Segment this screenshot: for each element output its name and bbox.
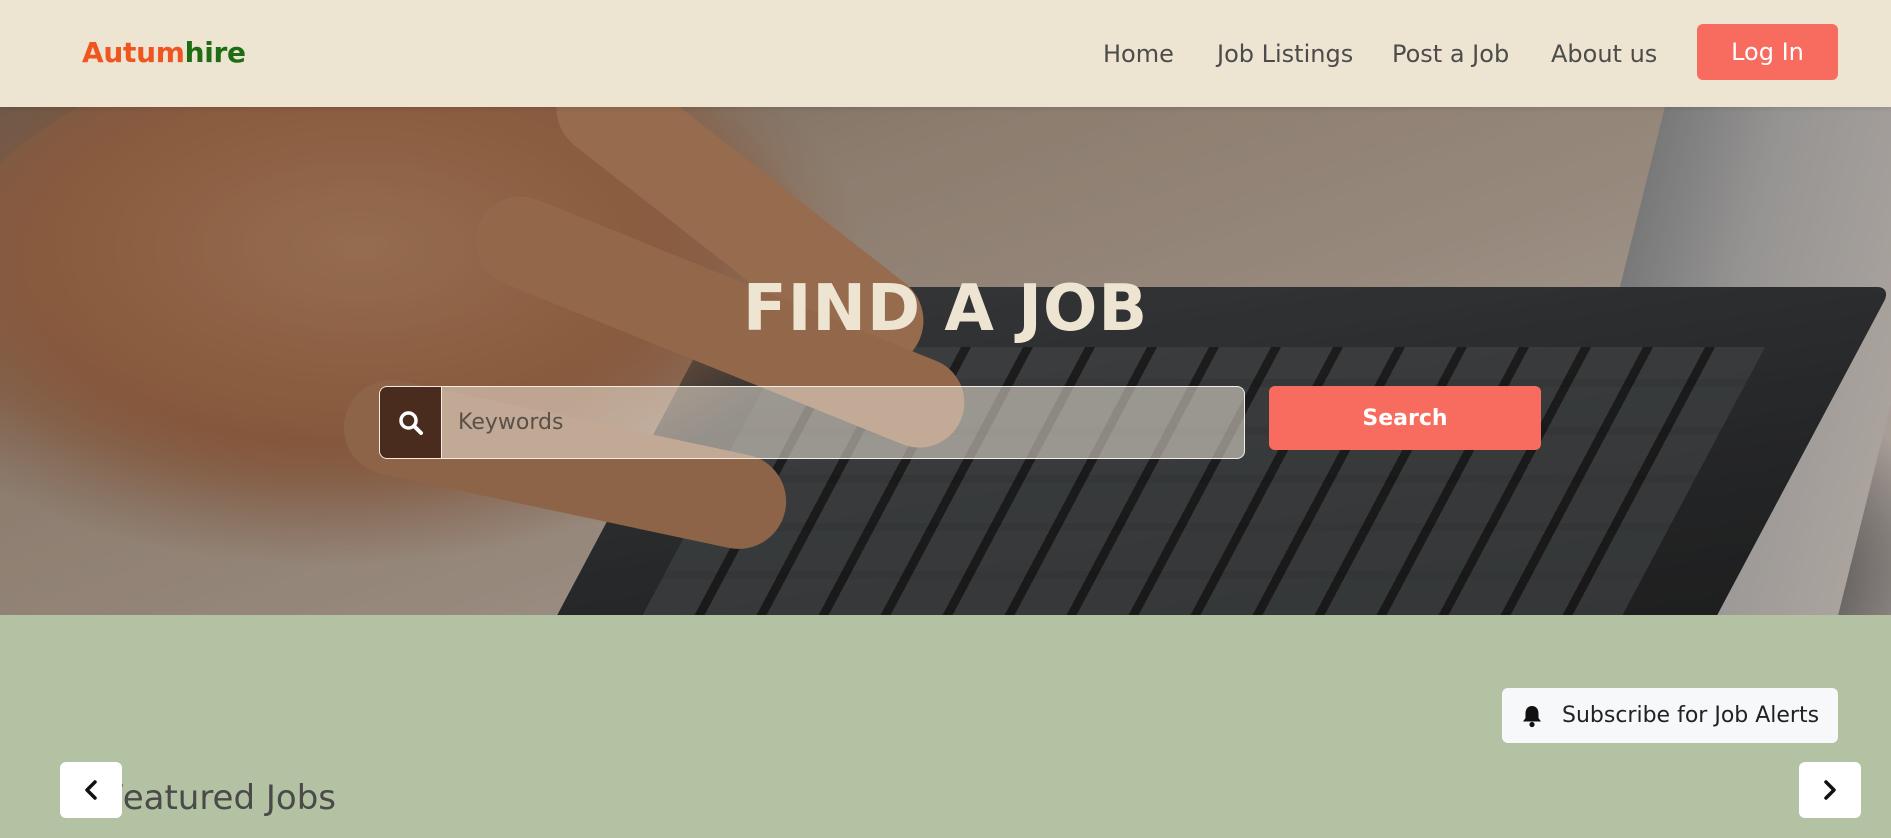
- search-button[interactable]: Search: [1269, 386, 1541, 450]
- login-button[interactable]: Log In: [1697, 24, 1838, 80]
- keywords-input[interactable]: [442, 387, 1244, 458]
- nav-home[interactable]: Home: [1103, 40, 1174, 68]
- nav-job-listings[interactable]: Job Listings: [1217, 40, 1353, 68]
- search-icon: [380, 387, 442, 458]
- chevron-right-icon: [1824, 780, 1836, 800]
- logo-part-hire: hire: [184, 36, 246, 69]
- carousel-prev-button[interactable]: [60, 762, 122, 818]
- subscribe-job-alerts-button[interactable]: Subscribe for Job Alerts: [1502, 688, 1838, 743]
- bell-icon: [1502, 704, 1562, 728]
- search-box: [379, 386, 1245, 459]
- hero-title: FIND A JOB: [742, 272, 1149, 346]
- nav-post-a-job[interactable]: Post a Job: [1392, 40, 1509, 68]
- subscribe-label: Subscribe for Job Alerts: [1562, 703, 1820, 728]
- logo[interactable]: Autumhire: [82, 36, 246, 69]
- featured-jobs-title: Featured Jobs: [105, 778, 336, 818]
- site-header: Autumhire Home Job Listings Post a Job A…: [0, 0, 1891, 107]
- hero-overlay: [0, 107, 1891, 615]
- carousel-next-button[interactable]: [1799, 762, 1861, 818]
- nav-about-us[interactable]: About us: [1551, 40, 1657, 68]
- logo-part-autum: Autum: [82, 36, 185, 69]
- chevron-left-icon: [85, 780, 97, 800]
- hero-section: FIND A JOB Search: [0, 107, 1891, 615]
